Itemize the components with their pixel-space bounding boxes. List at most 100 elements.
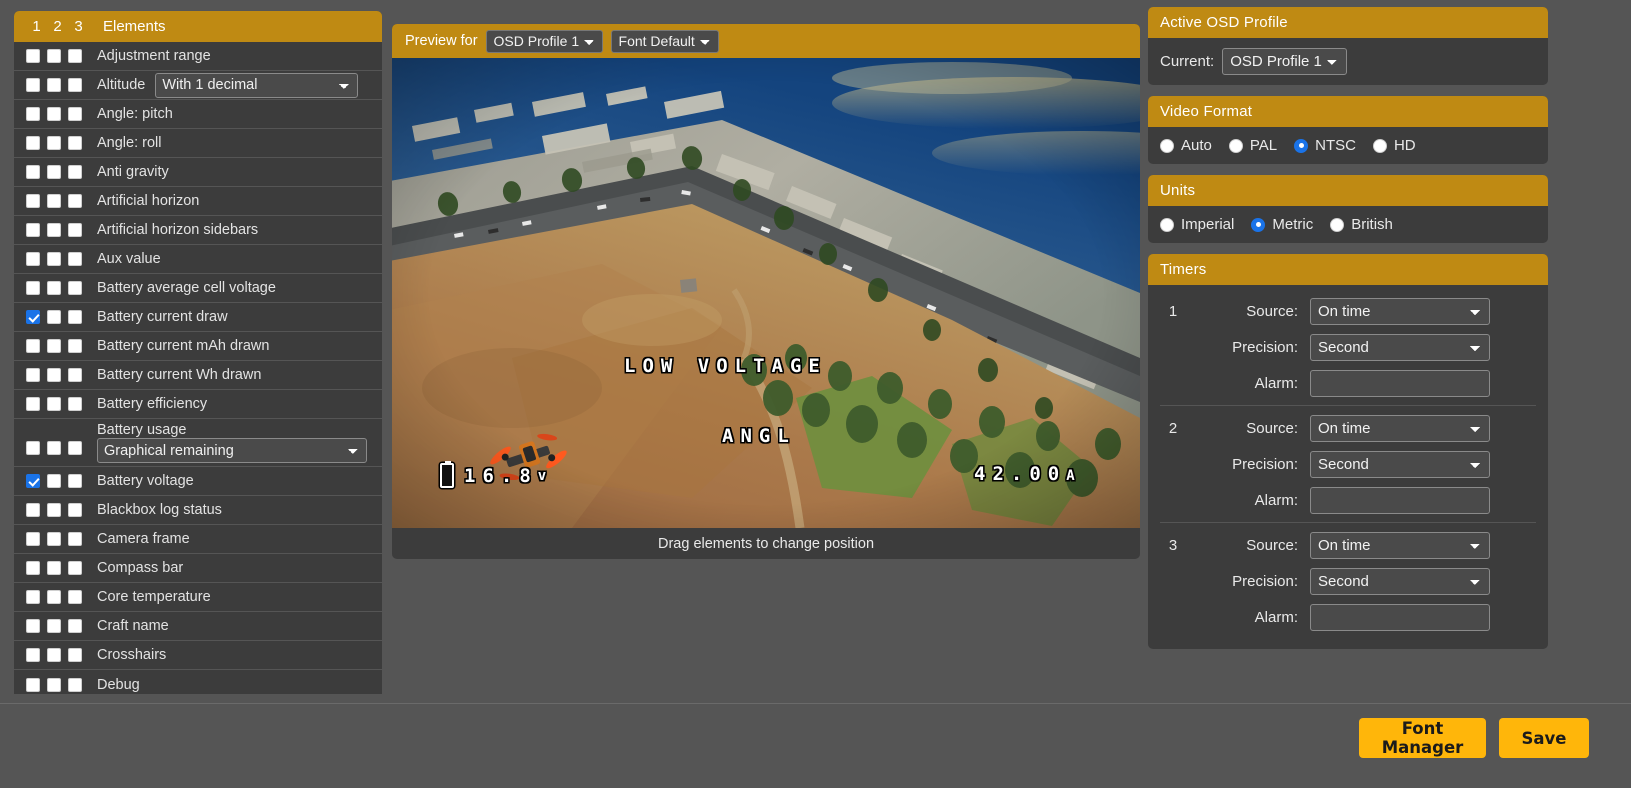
element-checkbox-profile-3[interactable] [68, 561, 82, 575]
element-checkbox-profile-2[interactable] [47, 49, 61, 63]
element-checkbox-profile-2[interactable] [47, 223, 61, 237]
element-checkbox-profile-2[interactable] [47, 107, 61, 121]
element-checkbox-profile-1[interactable] [26, 252, 40, 266]
element-checkbox-profile-3[interactable] [68, 441, 82, 455]
element-checkbox-profile-2[interactable] [47, 678, 61, 692]
timer-source-select[interactable]: On time [1310, 532, 1490, 559]
element-checkbox-profile-2[interactable] [47, 136, 61, 150]
element-checkbox-profile-2[interactable] [47, 648, 61, 662]
element-checkbox-profile-3[interactable] [68, 397, 82, 411]
video-format-option-auto[interactable]: Auto [1160, 137, 1212, 154]
element-checkbox-profile-1[interactable] [26, 561, 40, 575]
osd-flight-mode-text[interactable]: ANGL [722, 425, 796, 447]
element-checkbox-profile-2[interactable] [47, 561, 61, 575]
element-checkbox-profile-2[interactable] [47, 165, 61, 179]
element-checkbox-profile-3[interactable] [68, 590, 82, 604]
timer-alarm-input-wrapper[interactable] [1310, 604, 1490, 631]
element-checkbox-profile-2[interactable] [47, 441, 61, 455]
osd-current-draw[interactable]: 42.00A [974, 463, 1075, 485]
element-checkbox-profile-3[interactable] [68, 532, 82, 546]
radio-indicator[interactable] [1294, 139, 1308, 153]
element-checkbox-profile-2[interactable] [47, 310, 61, 324]
element-option-select[interactable]: Graphical remaining [97, 438, 367, 463]
element-checkbox-profile-2[interactable] [47, 532, 61, 546]
element-checkbox-profile-3[interactable] [68, 368, 82, 382]
element-checkbox-profile-2[interactable] [47, 503, 61, 517]
timer-alarm-input-wrapper[interactable] [1310, 370, 1490, 397]
element-checkbox-profile-3[interactable] [68, 281, 82, 295]
element-checkbox-profile-1[interactable] [26, 397, 40, 411]
element-checkbox-profile-3[interactable] [68, 310, 82, 324]
element-checkbox-profile-2[interactable] [47, 281, 61, 295]
radio-indicator[interactable] [1160, 139, 1174, 153]
element-checkbox-profile-3[interactable] [68, 339, 82, 353]
element-checkbox-profile-1[interactable] [26, 368, 40, 382]
radio-indicator[interactable] [1330, 218, 1344, 232]
element-option-select[interactable]: With 1 decimal [155, 73, 358, 98]
timer-alarm-input[interactable] [1311, 371, 1490, 396]
osd-battery-voltage[interactable]: 16.8 v [440, 463, 546, 488]
element-checkbox-profile-1[interactable] [26, 590, 40, 604]
timer-alarm-input-wrapper[interactable] [1310, 487, 1490, 514]
element-checkbox-profile-2[interactable] [47, 590, 61, 604]
timer-alarm-input[interactable] [1311, 605, 1490, 630]
element-checkbox-profile-1[interactable] [26, 648, 40, 662]
element-checkbox-profile-1[interactable] [26, 78, 40, 92]
element-checkbox-profile-3[interactable] [68, 136, 82, 150]
element-checkbox-profile-3[interactable] [68, 107, 82, 121]
element-checkbox-profile-3[interactable] [68, 678, 82, 692]
preview-profile-select[interactable]: OSD Profile 1 [486, 30, 603, 53]
radio-indicator[interactable] [1160, 218, 1174, 232]
element-checkbox-profile-1[interactable] [26, 339, 40, 353]
element-checkbox-profile-2[interactable] [47, 339, 61, 353]
element-checkbox-profile-1[interactable] [26, 532, 40, 546]
element-checkbox-profile-1[interactable] [26, 281, 40, 295]
element-checkbox-profile-1[interactable] [26, 474, 40, 488]
element-checkbox-profile-3[interactable] [68, 619, 82, 633]
element-checkbox-profile-3[interactable] [68, 474, 82, 488]
element-checkbox-profile-1[interactable] [26, 194, 40, 208]
element-checkbox-profile-1[interactable] [26, 49, 40, 63]
timer-source-select[interactable]: On time [1310, 415, 1490, 442]
radio-indicator[interactable] [1373, 139, 1387, 153]
element-checkbox-profile-1[interactable] [26, 310, 40, 324]
element-checkbox-profile-2[interactable] [47, 474, 61, 488]
preview-font-select[interactable]: Font Default [611, 30, 719, 53]
timer-precision-select[interactable]: Second [1310, 568, 1490, 595]
timer-source-select[interactable]: On time [1310, 298, 1490, 325]
save-button[interactable]: Save [1499, 718, 1589, 758]
video-format-option-ntsc[interactable]: NTSC [1294, 137, 1356, 154]
radio-indicator[interactable] [1251, 218, 1265, 232]
timer-alarm-input[interactable] [1311, 488, 1490, 513]
osd-warning-text[interactable]: LOW VOLTAGE [624, 355, 827, 377]
osd-preview-video[interactable]: LOW VOLTAGE ANGL 16.8 v 42.00A [392, 58, 1140, 528]
element-checkbox-profile-3[interactable] [68, 252, 82, 266]
element-checkbox-profile-3[interactable] [68, 223, 82, 237]
font-manager-button[interactable]: Font Manager [1359, 718, 1486, 758]
element-checkbox-profile-2[interactable] [47, 397, 61, 411]
units-option-imperial[interactable]: Imperial [1160, 216, 1234, 233]
element-checkbox-profile-2[interactable] [47, 619, 61, 633]
element-checkbox-profile-3[interactable] [68, 648, 82, 662]
element-checkbox-profile-1[interactable] [26, 136, 40, 150]
element-checkbox-profile-2[interactable] [47, 252, 61, 266]
element-checkbox-profile-2[interactable] [47, 368, 61, 382]
units-option-british[interactable]: British [1330, 216, 1393, 233]
element-checkbox-profile-1[interactable] [26, 503, 40, 517]
element-checkbox-profile-3[interactable] [68, 503, 82, 517]
units-option-metric[interactable]: Metric [1251, 216, 1313, 233]
element-checkbox-profile-3[interactable] [68, 78, 82, 92]
timer-precision-select[interactable]: Second [1310, 451, 1490, 478]
element-checkbox-profile-2[interactable] [47, 78, 61, 92]
element-checkbox-profile-1[interactable] [26, 165, 40, 179]
element-checkbox-profile-1[interactable] [26, 678, 40, 692]
element-checkbox-profile-3[interactable] [68, 49, 82, 63]
element-checkbox-profile-3[interactable] [68, 194, 82, 208]
current-profile-select[interactable]: OSD Profile 1 [1222, 48, 1347, 75]
radio-indicator[interactable] [1229, 139, 1243, 153]
element-checkbox-profile-2[interactable] [47, 194, 61, 208]
element-checkbox-profile-1[interactable] [26, 107, 40, 121]
video-format-option-hd[interactable]: HD [1373, 137, 1416, 154]
element-checkbox-profile-1[interactable] [26, 223, 40, 237]
timer-precision-select[interactable]: Second [1310, 334, 1490, 361]
